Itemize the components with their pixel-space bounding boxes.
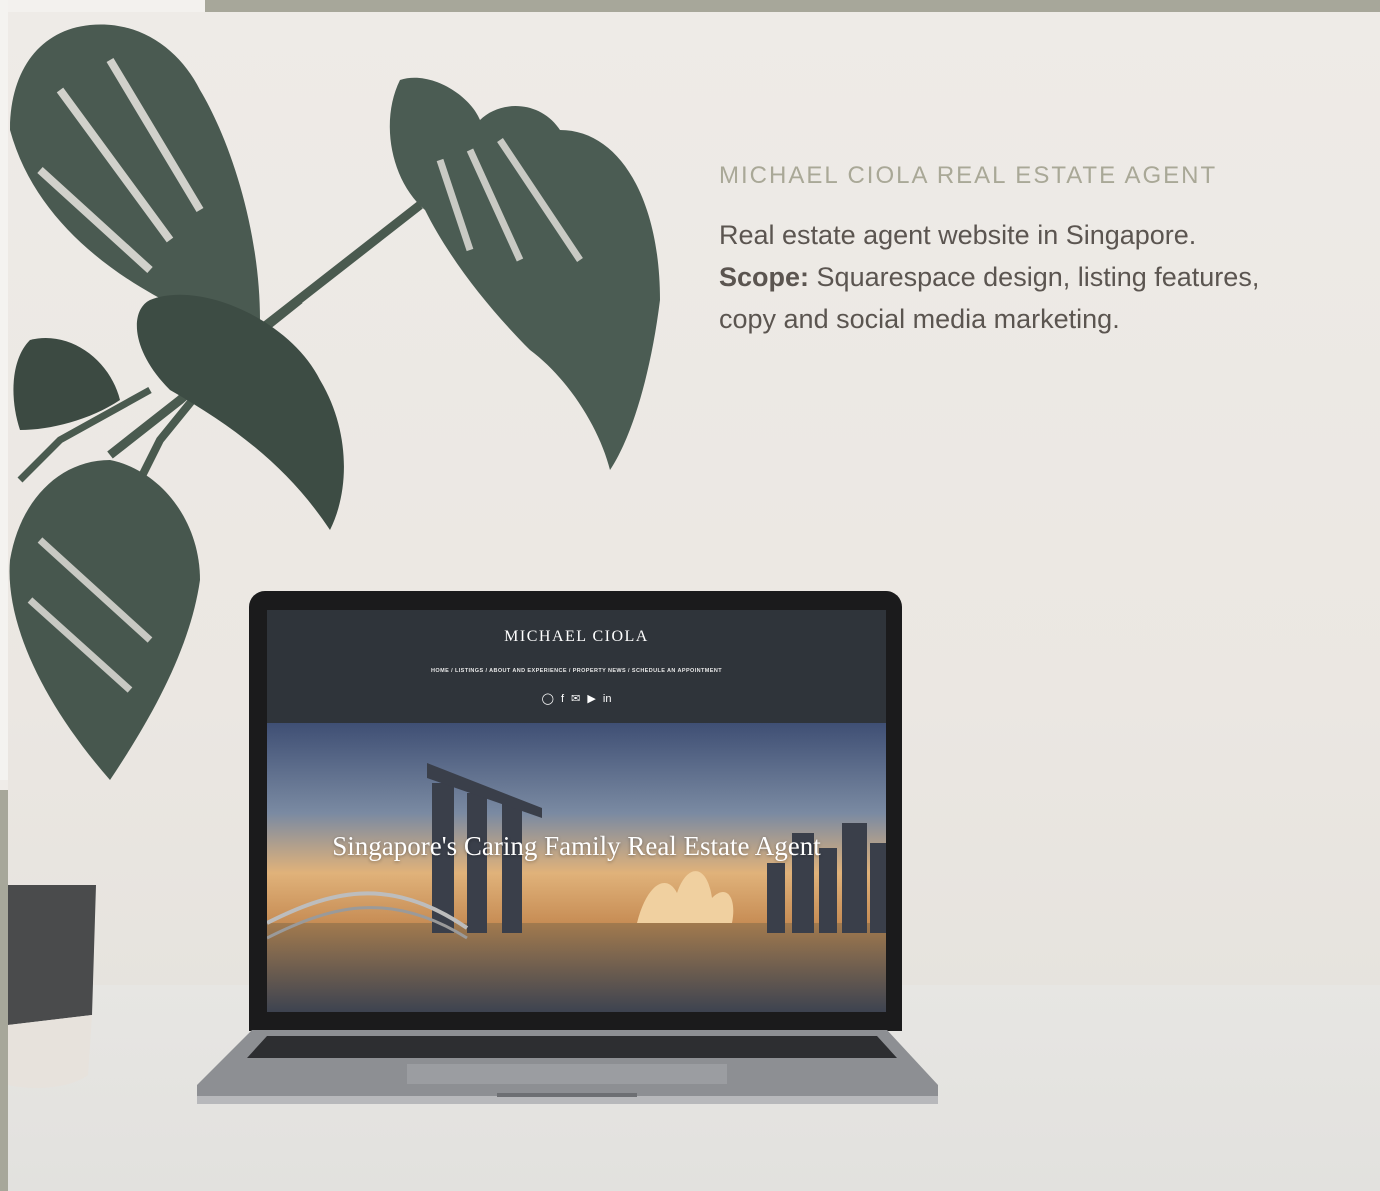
nav-item-about-and-experience[interactable]: ABOUT AND EXPERIENCE [489, 668, 567, 674]
project-line-1: Real estate agent website in Singapore. [719, 220, 1197, 250]
instagram-icon[interactable]: ◯ [542, 692, 554, 705]
linkedin-icon[interactable]: in [603, 693, 612, 705]
project-description: Real estate agent website in Singapore. … [719, 214, 1339, 340]
nav-item-listings[interactable]: LISTINGS [455, 668, 484, 674]
website-title[interactable]: MICHAEL CIOLA [267, 628, 886, 646]
singapore-skyline-image [267, 723, 886, 1012]
project-info: MICHAEL CIOLA REAL ESTATE AGENT Real est… [719, 162, 1339, 340]
project-line-3: copy and social media marketing. [719, 304, 1120, 334]
project-title: MICHAEL CIOLA REAL ESTATE AGENT [719, 162, 1218, 189]
nav-item-property-news[interactable]: PROPERTY NEWS [573, 668, 626, 674]
mail-icon[interactable]: ✉ [571, 692, 580, 705]
website-social-icons: ◯ f ✉ ▶ in [267, 692, 886, 705]
hero-headline: Singapore's Caring Family Real Estate Ag… [332, 831, 821, 861]
youtube-icon[interactable]: ▶ [587, 692, 595, 705]
laptop-base [197, 1030, 938, 1104]
ceramic-cup-image [8, 885, 96, 1088]
left-strip-accent [0, 790, 8, 1191]
website-header: MICHAEL CIOLA HOME / LISTINGS / ABOUT AN… [267, 610, 886, 723]
scope-text: Squarespace design, listing features, [816, 262, 1260, 292]
website-nav: HOME / LISTINGS / ABOUT AND EXPERIENCE /… [267, 668, 886, 674]
laptop-screen: MICHAEL CIOLA HOME / LISTINGS / ABOUT AN… [267, 610, 886, 1012]
nav-item-schedule-an-appointment[interactable]: SCHEDULE AN APPOINTMENT [632, 668, 722, 674]
scope-label: Scope: [719, 262, 810, 292]
facebook-icon[interactable]: f [561, 693, 564, 705]
nav-item-home[interactable]: HOME [431, 668, 449, 674]
